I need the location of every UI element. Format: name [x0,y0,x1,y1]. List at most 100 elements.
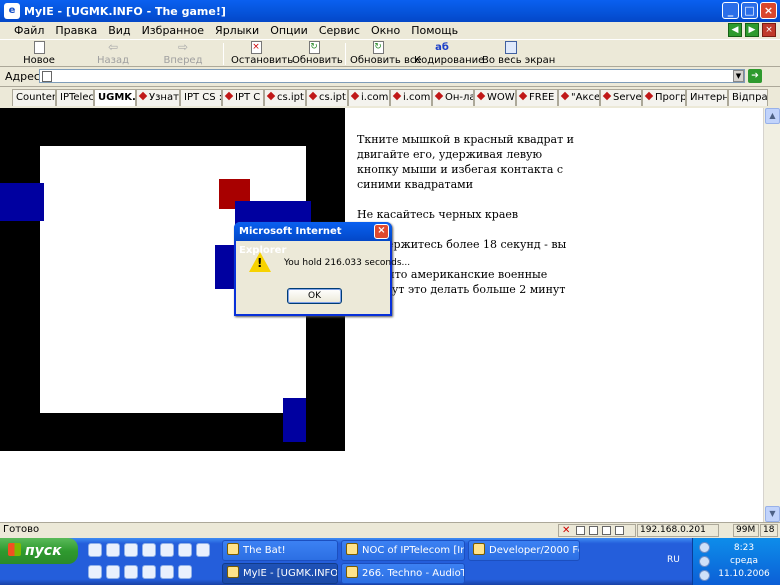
quicklaunch-icon[interactable] [106,565,120,579]
menu-shortcuts[interactable]: Ярлыки [215,24,259,37]
enemy-blue-square [0,183,44,221]
quicklaunch-icon[interactable] [178,543,192,557]
page-marker-icon [560,91,570,101]
stop-button[interactable]: × Остановить [231,40,293,68]
menu-view[interactable]: Вид [108,24,130,37]
windows-logo-icon [8,543,21,556]
tab-ugmk-info[interactable]: UGMK.INFO [94,89,136,106]
quicklaunch-icon[interactable] [124,543,138,557]
quicklaunch-icon[interactable] [88,565,102,579]
taskbar-button-developer[interactable]: Developer/2000 Form... [468,540,580,561]
close-tab-icon[interactable]: × [762,23,776,37]
popup-blocker-icon[interactable]: ✕ [562,526,571,536]
ok-button[interactable]: OK [287,288,342,304]
menu-tools[interactable]: Сервис [319,24,360,37]
refresh-all-icon: ↻ [372,41,384,54]
tab-progr[interactable]: Прогр [642,89,686,106]
tab-cs-ipt-2[interactable]: cs.ipt [306,89,348,106]
tab-free[interactable]: FREE [516,89,558,106]
language-indicator[interactable]: RU [667,555,680,565]
forward-button[interactable]: ⇨ Вперед [163,40,203,68]
dialog-message: You hold 216.033 seconds... [284,258,411,268]
image-toggle-icon[interactable] [576,526,585,535]
go-button[interactable]: ➔ [748,69,762,83]
tab-i-com-2[interactable]: i.com [390,89,432,106]
menu-options[interactable]: Опции [270,24,308,37]
tab-counter[interactable]: Counter [12,89,56,106]
clock-date: 11.10.2006 [718,569,770,579]
warning-icon: ! [249,252,271,272]
scroll-down-icon[interactable]: ▼ [765,506,780,522]
menu-file[interactable]: Файл [14,24,44,37]
back-button[interactable]: ⇦ Назад [95,40,131,68]
minimize-button[interactable]: _ [722,2,739,19]
page-marker-icon [392,91,402,101]
nav-prev-icon[interactable]: ◀ [728,23,742,37]
address-dropdown-icon[interactable]: ▼ [733,70,744,82]
proxy-toggle-icon[interactable] [615,526,624,535]
new-page-icon [33,41,45,54]
quicklaunch-icon[interactable] [160,565,174,579]
menu-favorites[interactable]: Избранное [142,24,204,37]
tab-ipt-c[interactable]: IPT C [222,89,264,106]
app-icon [227,566,239,578]
menu-edit[interactable]: Правка [55,24,97,37]
refresh-button[interactable]: ↻ Обновить [292,40,343,68]
maximize-button[interactable]: □ [741,2,758,19]
quicklaunch-icon[interactable] [196,543,210,557]
tab-vidprav[interactable]: Відправ [728,89,768,106]
tab-uznat[interactable]: Узнать [136,89,180,106]
dialog-title-bar[interactable]: Microsoft Internet Explorer × [234,222,392,256]
menu-help[interactable]: Помощь [411,24,458,37]
encoding-button[interactable]: aб Кодирование [414,40,484,68]
quicklaunch-icon[interactable] [142,543,156,557]
tab-online[interactable]: Он-ла [432,89,474,106]
taskbar-button-noc[interactable]: NOC of IPTelecom [In... [341,540,465,561]
page-marker-icon [350,91,360,101]
tab-iptelecom[interactable]: IPTelecom [56,89,94,106]
taskbar-button-audiotools[interactable]: 266. Techno - AudioT... [341,563,465,584]
page-marker-icon [308,91,318,101]
nav-next-icon[interactable]: ▶ [745,23,759,37]
menu-window[interactable]: Окно [371,24,400,37]
quicklaunch-icon[interactable] [160,543,174,557]
taskbar-button-myie[interactable]: MyIE - [UGMK.INFO -... [222,563,338,584]
toolbar: Новое ⇦ Назад ⇨ Вперед × Остановить ↻ Об… [0,39,780,67]
vertical-scrollbar[interactable]: ▲ ▼ [763,108,780,522]
quicklaunch-icon[interactable] [106,543,120,557]
page-marker-icon [644,91,654,101]
title-bar[interactable]: e MyIE - [UGMK.INFO - The game!] _ □ × [0,0,780,22]
refresh-all-button[interactable]: ↻ Обновить все [350,40,422,68]
page-marker-icon [476,91,486,101]
refresh-icon: ↻ [308,41,320,54]
tab-cs-ipt-1[interactable]: cs.ipt [264,89,306,106]
tab-ipt-cs-1[interactable]: IPT CS : [180,89,222,106]
taskbar-button-thebat[interactable]: The Bat! [222,540,338,561]
scroll-up-icon[interactable]: ▲ [765,108,780,124]
app-icon [473,543,485,555]
quicklaunch-icon[interactable] [178,565,192,579]
tab-wow[interactable]: WOW [474,89,516,106]
dialog-close-button[interactable]: × [374,224,389,239]
clock[interactable]: 8:23 среда 11.10.2006 [709,542,779,581]
window-count: 18 [760,524,778,537]
fullscreen-button[interactable]: Во весь экран [482,40,555,68]
address-input[interactable] [39,69,745,83]
warning-paragraph: Не касайтесь черных краев [357,208,519,221]
new-button[interactable]: Новое [22,40,56,68]
close-button[interactable]: × [760,2,777,19]
tab-i-com-1[interactable]: i.com [348,89,390,106]
page-icon [42,71,52,82]
status-text: Готово [3,524,40,535]
start-button[interactable]: пуск [0,538,78,564]
quicklaunch-icon[interactable] [88,543,102,557]
status-bar: Готово ✕ 192.168.0.201 99M 18 [0,522,780,538]
activex-toggle-icon[interactable] [602,526,611,535]
quicklaunch-icon[interactable] [124,565,138,579]
alert-dialog: Microsoft Internet Explorer × ! You hold… [234,222,410,316]
tab-akse[interactable]: "Аксе [558,89,600,106]
tab-serve[interactable]: Serve [600,89,642,106]
tab-internet[interactable]: Интерне [686,89,728,106]
script-toggle-icon[interactable] [589,526,598,535]
quicklaunch-icon[interactable] [142,565,156,579]
